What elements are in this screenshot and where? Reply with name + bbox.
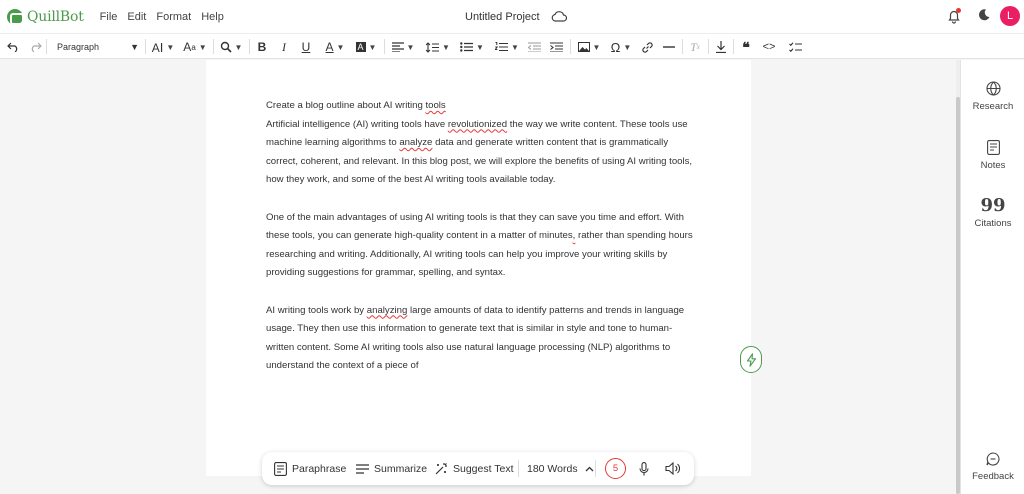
separator [570, 39, 571, 54]
microphone-button[interactable] [639, 461, 654, 476]
user-avatar[interactable]: L [1000, 6, 1020, 26]
chevron-down-icon: ▼ [130, 42, 139, 52]
checklist-icon[interactable] [787, 38, 803, 56]
separator [145, 39, 146, 54]
suggest-text-label: Suggest Text [453, 462, 514, 475]
separator [384, 39, 385, 54]
right-panel: Research Notes 99 Citations Feedback [960, 60, 1024, 494]
link-icon[interactable] [640, 38, 654, 56]
notes-button[interactable]: Notes [961, 140, 1024, 171]
underline-icon[interactable]: U [299, 38, 313, 56]
cloud-save-icon[interactable] [551, 11, 567, 22]
citations-button[interactable]: 99 Citations [961, 195, 1024, 230]
document-paragraph-2: One of the main advantages of using AI w… [266, 211, 693, 279]
menu-help[interactable]: Help [201, 11, 224, 23]
download-icon[interactable] [714, 38, 728, 56]
quote-icon[interactable]: ❝ [739, 38, 753, 56]
chevron-up-icon [585, 466, 594, 471]
document-page[interactable]: Create a blog outline about AI writing t… [206, 60, 751, 476]
bottom-action-bar: Paraphrase Summarize Suggest Text 180 Wo… [262, 452, 694, 485]
font-style-icon[interactable]: Aa ▼ [183, 38, 207, 56]
image-icon[interactable]: ▼ [576, 38, 602, 56]
separator [708, 39, 709, 54]
speaker-button[interactable] [665, 461, 685, 476]
align-icon[interactable]: ▼ [390, 38, 416, 56]
lightning-icon [746, 352, 756, 367]
globe-icon [985, 81, 1001, 96]
separator [213, 39, 214, 54]
document-paragraph-3: AI writing tools work by analyzing large… [266, 304, 685, 372]
citation-quote-icon: 99 [980, 195, 1006, 216]
dark-mode-icon[interactable] [977, 8, 991, 22]
redo-icon[interactable] [27, 38, 43, 56]
text-color-icon[interactable]: A ▼ [322, 38, 348, 56]
separator [682, 39, 683, 54]
research-button[interactable]: Research [961, 81, 1024, 112]
code-icon[interactable]: <> [761, 38, 777, 56]
microphone-icon [639, 461, 649, 475]
outdent-icon[interactable] [527, 38, 541, 56]
word-count-toggle[interactable]: 180 Words [527, 461, 594, 476]
document-paragraph-1: Artificial intelligence (AI) writing too… [266, 118, 693, 186]
word-count: 180 Words [527, 462, 578, 475]
separator [518, 460, 519, 477]
menu-bar: File Edit Format Help [100, 11, 234, 23]
paraphrase-label: Paraphrase [292, 462, 347, 475]
notes-label: Notes [980, 160, 1006, 171]
citations-label: Citations [974, 218, 1012, 229]
font-size-icon[interactable]: AI ▼ [151, 38, 175, 56]
quillbot-logo-icon [7, 8, 24, 25]
paragraph-style-value: Paragraph [57, 42, 100, 52]
find-replace-icon[interactable]: ▼ [219, 38, 243, 56]
quillbot-logo[interactable]: QuillBot [7, 8, 84, 25]
horizontal-rule-icon[interactable] [662, 38, 676, 56]
feedback-icon [986, 452, 1000, 466]
paraphrase-icon [274, 461, 287, 476]
paragraph-style-select[interactable]: Paragraph ▼ [51, 38, 139, 56]
undo-icon[interactable] [5, 38, 21, 56]
numbered-list-icon[interactable]: ▼ [493, 38, 521, 56]
separator [46, 39, 47, 54]
document-title-line: Create a blog outline about AI writing t… [266, 100, 446, 111]
summarize-button[interactable]: Summarize [356, 461, 427, 476]
speaker-icon [665, 462, 680, 475]
separator [249, 39, 250, 54]
separator [733, 39, 734, 54]
summarize-label: Summarize [374, 462, 428, 475]
document-body[interactable]: Create a blog outline about AI writing t… [266, 97, 696, 395]
menu-format[interactable]: Format [156, 11, 191, 23]
formatting-toolbar: Paragraph ▼ AI ▼ Aa ▼ ▼ B I U A ▼ A ▼ ▼ ▼ ▼ … [0, 33, 1024, 59]
special-char-icon[interactable]: Ω ▼ [608, 38, 634, 56]
paraphrase-button[interactable]: Paraphrase [274, 461, 346, 476]
notification-dot [956, 8, 961, 13]
separator [595, 460, 596, 477]
clear-format-icon[interactable]: Tx [688, 38, 702, 56]
project-title[interactable]: Untitled Project [465, 11, 540, 23]
notes-icon [986, 140, 1000, 155]
indent-icon[interactable] [549, 38, 563, 56]
feedback-button[interactable]: Feedback [961, 452, 1024, 482]
issues-count-badge[interactable]: 5 [605, 458, 626, 479]
highlight-icon[interactable]: A ▼ [353, 38, 379, 56]
bullet-list-icon[interactable]: ▼ [458, 38, 486, 56]
logo-text: QuillBot [27, 8, 84, 25]
italic-icon[interactable]: I [278, 38, 290, 56]
suggest-text-button[interactable]: Suggest Text [435, 461, 514, 476]
feedback-label: Feedback [972, 471, 1014, 482]
ai-suggest-button[interactable] [740, 346, 762, 373]
magic-wand-icon [435, 463, 447, 475]
menu-edit[interactable]: Edit [127, 11, 146, 23]
bold-icon[interactable]: B [255, 38, 269, 56]
line-height-icon[interactable]: ▼ [425, 38, 451, 56]
summarize-icon [356, 463, 369, 474]
menu-file[interactable]: File [100, 11, 118, 23]
research-label: Research [972, 101, 1014, 112]
